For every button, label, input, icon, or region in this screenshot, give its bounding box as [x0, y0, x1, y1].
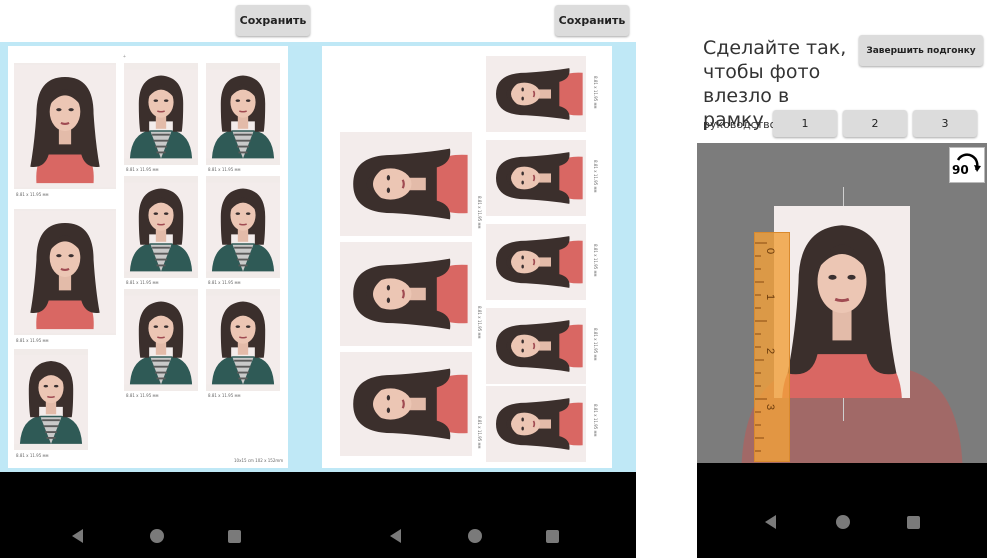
navigation-bar [697, 463, 987, 558]
home-icon[interactable] [150, 529, 164, 543]
home-icon[interactable] [836, 515, 850, 529]
photo-size-label: 8.81 x 11.95 мм [593, 76, 598, 109]
photo-size-label: 8.81 x 11.95 мм [16, 192, 49, 197]
photo-size-label: 8.81 x 11.95 мм [126, 280, 159, 285]
photo-size-label: 8.81 x 11.95 мм [477, 416, 482, 449]
photo-size-label: 8.81 x 11.95 мм [16, 453, 49, 458]
cut-mark: + [123, 54, 126, 60]
save-button[interactable]: Сохранить [555, 5, 629, 36]
photo-medium [14, 349, 88, 450]
photo-size-label: 8.81 x 11.95 мм [208, 167, 241, 172]
print-preview: 8.81 x 11.95 мм 8.81 x 11.95 мм 8.81 x 1… [0, 42, 318, 472]
ruler-tick-0: 0 [764, 247, 777, 255]
photo-size-label: 8.81 x 11.95 мм [16, 338, 49, 343]
photo-small [206, 289, 280, 391]
photo-small-rotated [486, 224, 586, 300]
photo-size-label: 8.81 x 11.95 мм [593, 160, 598, 193]
finish-fitting-button[interactable]: Завершить подгонку [859, 35, 983, 66]
photo-size-label: 8.81 x 11.95 мм [208, 280, 241, 285]
rotate-label: 90 [952, 163, 969, 177]
photo-small-rotated [486, 140, 586, 216]
photo-small [124, 63, 198, 165]
photo-size-label: 8.81 x 11.95 мм [593, 404, 598, 437]
ruler-tick-2: 2 [764, 347, 777, 355]
guide-label: руководство [703, 118, 777, 131]
ruler-tick-1: 1 [764, 293, 777, 301]
save-button[interactable]: Сохранить [236, 5, 310, 36]
photo-size-label: 8.81 x 11.95 мм [477, 196, 482, 229]
screen-layout-rotated: Сохранить 8.81 x 11.95 мм 8.81 x 11.95 м… [318, 0, 636, 558]
photo-large-rotated-1 [340, 132, 472, 236]
back-icon[interactable] [765, 515, 776, 529]
navigation-bar [318, 472, 636, 558]
photo-size-label: 8.81 x 11.95 мм [593, 328, 598, 361]
photo-size-label: 8.81 x 11.95 мм [126, 393, 159, 398]
photo-size-label: 8.81 x 11.95 мм [477, 306, 482, 339]
print-sheet: 8.81 x 11.95 мм 8.81 x 11.95 мм 8.81 x 1… [322, 46, 612, 468]
ruler-icon[interactable]: 0 1 2 3 [754, 232, 790, 462]
photo-size-label: 8.81 x 11.95 мм [126, 167, 159, 172]
photo-small-rotated [486, 308, 586, 384]
recent-apps-icon[interactable] [546, 530, 559, 543]
photo-large-1 [14, 63, 116, 189]
photo-size-label: 8.81 x 11.95 мм [208, 393, 241, 398]
paper-size-label: 10x15 cm 102 x 152mm [234, 458, 284, 463]
photo-small [206, 176, 280, 278]
photo-small-rotated [486, 386, 586, 462]
photo-small [206, 63, 280, 165]
ruler-tick-3: 3 [764, 403, 777, 411]
guide-button-3[interactable]: 3 [913, 110, 977, 137]
screen-crop-adjust: Сделайте так, чтобы фото влезло в рамку … [697, 0, 987, 558]
rotate-button[interactable]: 90 [949, 147, 985, 183]
crop-area[interactable]: 0 1 2 3 90 [697, 143, 987, 463]
print-sheet: 8.81 x 11.95 мм 8.81 x 11.95 мм 8.81 x 1… [8, 46, 288, 468]
guide-button-1[interactable]: 1 [773, 110, 837, 137]
back-icon[interactable] [72, 529, 83, 543]
photo-large-2 [14, 209, 116, 335]
back-icon[interactable] [390, 529, 401, 543]
photo-small [124, 176, 198, 278]
photo-small-rotated [486, 56, 586, 132]
photo-large-rotated-3 [340, 352, 472, 456]
navigation-bar [0, 472, 318, 558]
guide-button-2[interactable]: 2 [843, 110, 907, 137]
home-icon[interactable] [468, 529, 482, 543]
print-preview: 8.81 x 11.95 мм 8.81 x 11.95 мм 8.81 x 1… [318, 42, 636, 472]
fit-frame-photo[interactable] [774, 206, 910, 398]
screen-layout-grid: Сохранить 8.81 x 11.95 мм 8.81 x 11.95 м… [0, 0, 318, 558]
recent-apps-icon[interactable] [228, 530, 241, 543]
recent-apps-icon[interactable] [907, 516, 920, 529]
photo-size-label: 8.81 x 11.95 мм [593, 244, 598, 277]
photo-small [124, 289, 198, 391]
photo-large-rotated-2 [340, 242, 472, 346]
